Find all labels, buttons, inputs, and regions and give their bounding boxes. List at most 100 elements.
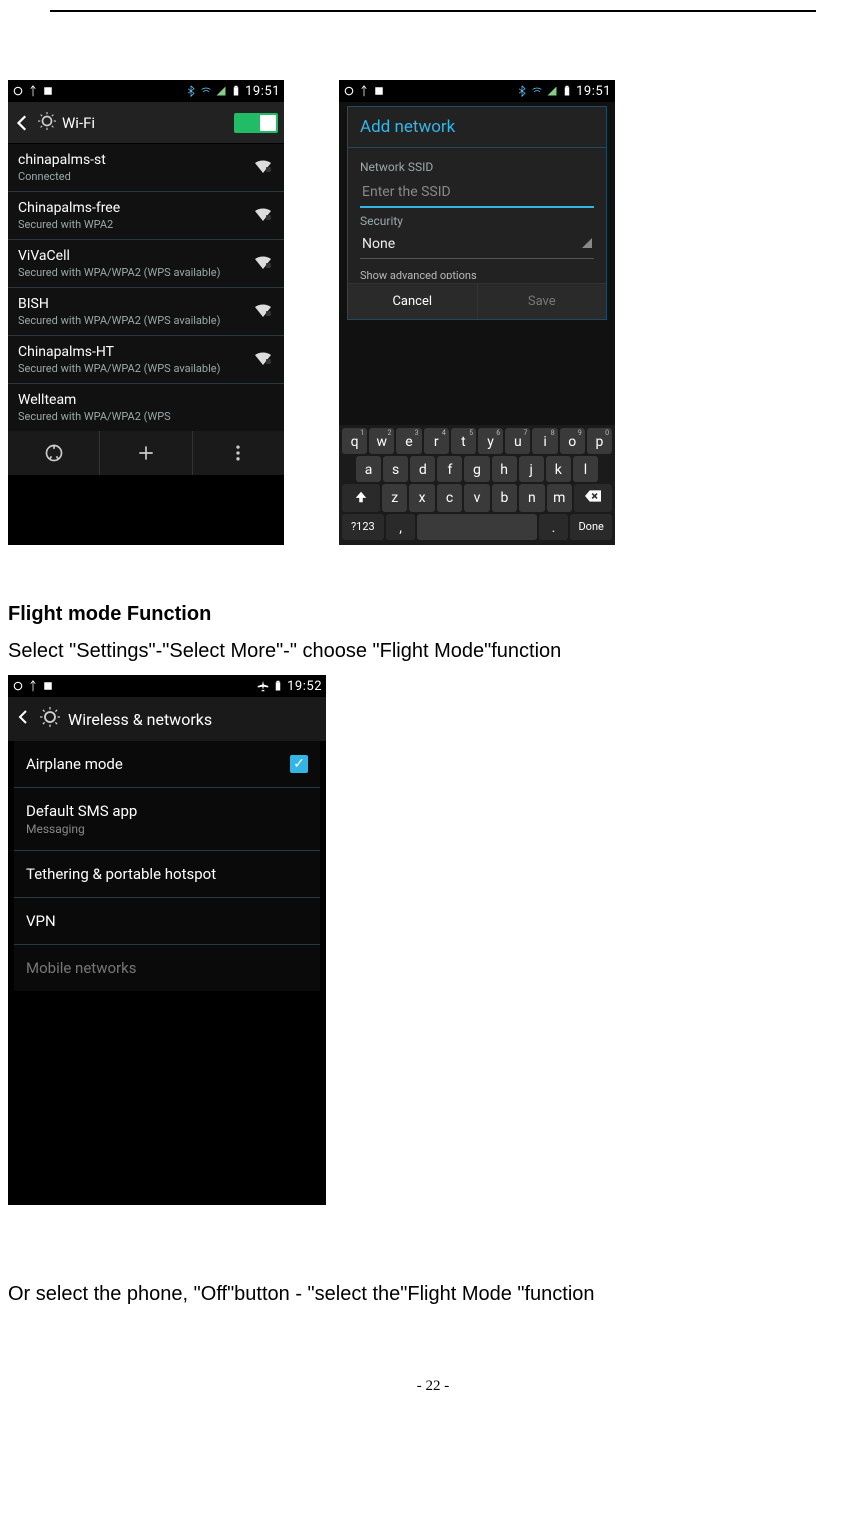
done-key[interactable]: Done	[570, 514, 612, 540]
advanced-checkbox-label[interactable]: Show advanced options	[360, 269, 594, 279]
ssid-label: Network SSID	[360, 160, 594, 174]
card-icon	[373, 85, 385, 97]
wireless-title: Wireless & networks	[68, 710, 212, 729]
key-i[interactable]: i8	[532, 428, 557, 454]
security-label: Security	[360, 214, 594, 228]
security-value: None	[362, 236, 395, 252]
key-g[interactable]: g	[464, 456, 489, 482]
key-z[interactable]: z	[382, 484, 407, 512]
clock-text: 19:51	[576, 84, 611, 99]
key-s[interactable]: s	[383, 456, 408, 482]
add-network-dialog: Add network Network SSID Enter the SSID …	[347, 106, 607, 320]
key-e[interactable]: e3	[396, 428, 421, 454]
key-x[interactable]: x	[409, 484, 434, 512]
key-v[interactable]: v	[464, 484, 489, 512]
wifi-toggle[interactable]	[234, 113, 278, 133]
item-label: Default SMS app	[26, 802, 137, 820]
wifi-sub: Connected	[18, 170, 252, 183]
add-network-button[interactable]	[99, 431, 191, 475]
tethering-item[interactable]: Tethering & portable hotspot	[14, 851, 320, 898]
status-bar: 19:51	[339, 80, 615, 102]
key-t[interactable]: t5	[451, 428, 476, 454]
back-icon[interactable]	[16, 709, 32, 729]
key-q[interactable]: q1	[342, 428, 367, 454]
space-key[interactable]	[417, 514, 536, 540]
usb-icon	[27, 680, 39, 692]
key-l[interactable]: l	[573, 456, 598, 482]
bluetooth-icon	[516, 85, 528, 97]
section-heading: Flight mode Function	[8, 603, 866, 626]
wifi-icon	[531, 85, 543, 97]
screenshot-wifi-list: 19:51 Wi-Fi chinapalms-stConnected China…	[8, 80, 284, 545]
default-sms-item[interactable]: Default SMS appMessaging	[14, 788, 320, 851]
page-number: - 22 -	[0, 1378, 866, 1395]
wifi-ssid: BISH	[18, 296, 252, 312]
security-dropdown[interactable]: None	[360, 228, 594, 259]
key-c[interactable]: c	[437, 484, 462, 512]
key-m[interactable]: m	[547, 484, 572, 512]
settings-small-icon	[12, 680, 24, 692]
mobile-networks-item: Mobile networks	[14, 945, 320, 991]
ssid-input[interactable]: Enter the SSID	[360, 178, 594, 208]
settings-small-icon	[12, 85, 24, 97]
wifi-title: Wi-Fi	[62, 114, 228, 132]
wifi-signal-icon	[252, 158, 274, 178]
wifi-sub: Secured with WPA/WPA2 (WPS available)	[18, 266, 252, 279]
save-button[interactable]: Save	[478, 284, 607, 319]
key-p[interactable]: p0	[587, 428, 612, 454]
battery-icon	[272, 680, 284, 692]
wifi-item[interactable]: Chinapalms-freeSecured with WPA2	[8, 192, 284, 240]
signal-icon	[546, 85, 558, 97]
key-n[interactable]: n	[519, 484, 544, 512]
key-u[interactable]: u7	[505, 428, 530, 454]
bluetooth-icon	[185, 85, 197, 97]
wifi-item[interactable]: WellteamSecured with WPA/WPA2 (WPS	[8, 384, 284, 431]
airplane-icon	[257, 680, 269, 692]
key-f[interactable]: f	[437, 456, 462, 482]
clock-text: 19:52	[287, 679, 322, 694]
vpn-item[interactable]: VPN	[14, 898, 320, 945]
key-o[interactable]: o9	[560, 428, 585, 454]
battery-icon	[561, 85, 573, 97]
key-j[interactable]: j	[519, 456, 544, 482]
wifi-item[interactable]: ViVaCellSecured with WPA/WPA2 (WPS avail…	[8, 240, 284, 288]
after-text: Or select the phone, "Off"button - "sele…	[8, 1283, 866, 1306]
item-label: Mobile networks	[26, 959, 136, 977]
key-d[interactable]: d	[410, 456, 435, 482]
wifi-sub: Secured with WPA/WPA2 (WPS	[18, 410, 252, 423]
wifi-item[interactable]: chinapalms-st Connected	[8, 144, 284, 192]
key-w[interactable]: w2	[369, 428, 394, 454]
period-key[interactable]: .	[539, 514, 569, 540]
wifi-sub: Secured with WPA/WPA2 (WPS available)	[18, 362, 252, 375]
shift-key[interactable]	[342, 484, 380, 512]
wireless-header: Wireless & networks	[8, 697, 326, 741]
symbols-key[interactable]: ?123	[342, 514, 384, 540]
backspace-key[interactable]	[574, 484, 612, 512]
settings-icon	[40, 707, 60, 731]
key-k[interactable]: k	[546, 456, 571, 482]
signal-icon	[215, 85, 227, 97]
wifi-ssid: chinapalms-st	[18, 152, 252, 168]
menu-button[interactable]	[192, 431, 284, 475]
wifi-item[interactable]: BISHSecured with WPA/WPA2 (WPS available…	[8, 288, 284, 336]
wps-button[interactable]	[8, 431, 99, 475]
key-y[interactable]: y6	[478, 428, 503, 454]
comma-key[interactable]: ,	[386, 514, 416, 540]
airplane-mode-item[interactable]: Airplane mode ✓	[14, 741, 320, 788]
cancel-button[interactable]: Cancel	[348, 284, 478, 319]
back-icon[interactable]	[14, 114, 32, 132]
key-a[interactable]: a	[356, 456, 381, 482]
battery-icon	[230, 85, 242, 97]
usb-icon	[358, 85, 370, 97]
key-r[interactable]: r4	[424, 428, 449, 454]
item-label: VPN	[26, 912, 56, 930]
settings-small-icon	[343, 85, 355, 97]
wifi-item[interactable]: Chinapalms-HTSecured with WPA/WPA2 (WPS …	[8, 336, 284, 384]
wifi-sub: Secured with WPA2	[18, 218, 252, 231]
checkbox-checked-icon[interactable]: ✓	[290, 755, 308, 773]
screenshot-add-network: 19:51 Add network Network SSID Enter the…	[339, 80, 615, 545]
screenshot-wireless-networks: 19:52 Wireless & networks Airplane mode …	[8, 675, 326, 1205]
dialog-title: Add network	[348, 107, 606, 148]
key-h[interactable]: h	[492, 456, 517, 482]
key-b[interactable]: b	[492, 484, 517, 512]
